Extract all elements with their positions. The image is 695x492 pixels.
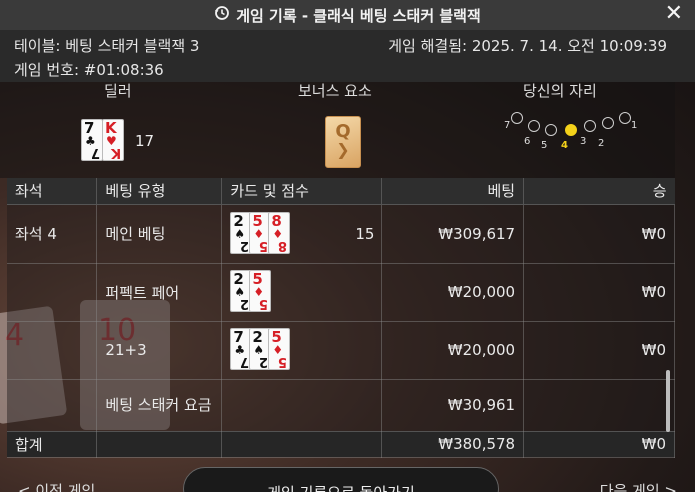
history-icon xyxy=(214,5,230,25)
seat-marker xyxy=(545,124,557,136)
playing-card: 5 ♦ 5 xyxy=(249,270,272,312)
seat-cell xyxy=(7,379,98,432)
seat-cell xyxy=(7,263,98,322)
seat-number: 6 xyxy=(524,136,531,147)
seat-marker xyxy=(584,120,596,132)
cards-cell: 2 ♠ 2 5 ♦ 5 xyxy=(221,263,383,322)
table-label: 테이블: 베팅 스태커 블랙잭 3 xyxy=(14,37,200,55)
resolved-time: 게임 해결됨: 2025. 7. 14. 오전 10:09:39 xyxy=(388,37,667,55)
seat-marker xyxy=(602,117,614,129)
bonus-header: 보너스 요소 xyxy=(298,82,372,100)
col-seat: 좌석 xyxy=(7,178,98,205)
seat-number: 5 xyxy=(541,140,548,151)
bet-cell: ₩20,000 xyxy=(381,263,525,322)
seat-marker xyxy=(619,112,631,124)
win-cell: ₩0 xyxy=(523,204,675,264)
col-bet: 베팅 xyxy=(381,178,525,205)
col-bet-type: 베팅 유형 xyxy=(96,178,223,205)
playing-card: 8 ♦ 8 xyxy=(268,211,291,254)
bet-type-cell: 퍼펙트 페어 xyxy=(96,263,223,322)
cards-cell: 7 ♣ 7 2 ♠ 2 5 ♦ 5 xyxy=(221,321,383,380)
table-row: 베팅 스태커 요금 ₩30,961 xyxy=(7,379,675,432)
cards-cell xyxy=(221,379,383,432)
title-bar: 게임 기록 - 클래식 베팅 스태커 블랙잭 ✕ xyxy=(0,0,695,30)
bet-type-cell: 메인 베팅 xyxy=(96,204,223,264)
table-row: 퍼펙트 페어 2 ♠ 2 5 ♦ 5 ₩20,000 ₩0 xyxy=(7,263,675,322)
seat-number: 7 xyxy=(504,120,511,131)
total-row: 합계 ₩380,578 ₩0 xyxy=(7,431,675,458)
seat-cell: 좌석 4 xyxy=(7,204,98,264)
seat-cell xyxy=(7,321,98,380)
dealer-score: 17 xyxy=(135,132,155,150)
total-label: 합계 xyxy=(7,431,98,458)
bet-type-cell: 21+3 xyxy=(96,321,223,380)
seat-marker xyxy=(511,112,523,124)
prev-game-link[interactable]: < 이전 게임 xyxy=(18,480,95,492)
seat-number: 3 xyxy=(580,136,587,147)
bet-cell: ₩30,961 xyxy=(381,379,525,432)
bonus-card: Q ❯ xyxy=(325,116,361,168)
col-cards: 카드 및 점수 xyxy=(221,178,383,205)
cards-cell: 2 ♠ 2 5 ♦ 5 8 ♦ 8 15 xyxy=(221,204,383,264)
bet-type-cell: 베팅 스태커 요금 xyxy=(96,379,223,432)
game-number: 게임 번호: #01:08:36 xyxy=(14,61,164,79)
total-win: ₩0 xyxy=(523,431,675,458)
scrollbar[interactable] xyxy=(666,370,670,432)
playing-card: K ♥ K xyxy=(102,119,124,161)
win-cell: ₩0 xyxy=(523,263,675,322)
hand-score: 15 xyxy=(355,224,375,243)
bet-cell: ₩309,617 xyxy=(381,204,525,264)
total-bet: ₩380,578 xyxy=(381,431,525,458)
playing-card: 7 ♣ 7 xyxy=(81,119,103,161)
seat-marker xyxy=(565,124,577,136)
dealer-header: 딜러 xyxy=(104,82,132,100)
seat-marker xyxy=(528,120,540,132)
seat-number: 1 xyxy=(631,120,638,131)
bet-table: 좌석 베팅 유형 카드 및 점수 베팅 승 좌석 4 메인 베팅 2 ♠ 2 5 ♦ 5 8… xyxy=(7,178,675,458)
seat-number: 4 xyxy=(561,140,568,151)
win-cell xyxy=(523,379,675,432)
footer-nav: < 이전 게임 게임 기록으로 돌아가기 다음 게임 > xyxy=(0,458,695,492)
window-title: 게임 기록 - 클래식 베팅 스태커 블랙잭 xyxy=(236,6,481,25)
win-cell: ₩0 xyxy=(523,321,675,380)
seat-number: 2 xyxy=(598,138,605,149)
your-seat-header: 당신의 자리 xyxy=(523,82,597,100)
playing-card: 5 ♦ 5 xyxy=(268,328,291,370)
back-to-history-button[interactable]: 게임 기록으로 돌아가기 xyxy=(183,467,499,492)
table-row: 21+3 7 ♣ 7 2 ♠ 2 5 ♦ 5 ₩20,000 ₩0 xyxy=(7,321,675,380)
game-info: 테이블: 베팅 스태커 블랙잭 3 게임 해결됨: 2025. 7. 14. 오… xyxy=(0,30,695,82)
bet-cell: ₩20,000 xyxy=(381,321,525,380)
next-game-link[interactable]: 다음 게임 > xyxy=(600,480,677,492)
close-icon[interactable]: ✕ xyxy=(665,3,683,25)
table-row: 좌석 4 메인 베팅 2 ♠ 2 5 ♦ 5 8 ♦ 8 15 ₩309,617 ₩0 xyxy=(7,204,675,264)
col-win: 승 xyxy=(523,178,675,205)
